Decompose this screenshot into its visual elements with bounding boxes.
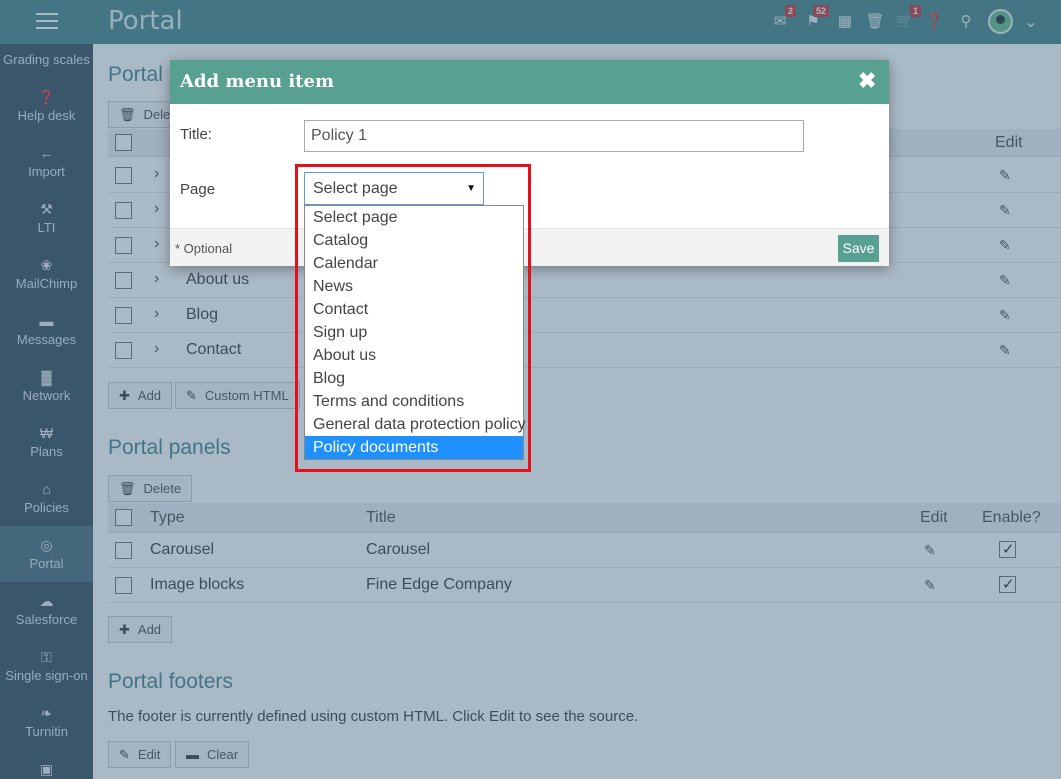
page-field-label: Page (180, 181, 216, 198)
dialog-header: Add menu item ✖ (170, 60, 889, 104)
title-input[interactable] (304, 120, 804, 152)
close-icon[interactable]: ✖ (858, 68, 876, 94)
save-button[interactable]: Save (838, 235, 879, 262)
optional-note: * Optional (175, 241, 233, 256)
dialog-title: Add menu item (180, 71, 334, 92)
title-field-label: Title: (180, 126, 212, 143)
highlight-annotation-box (295, 164, 531, 472)
